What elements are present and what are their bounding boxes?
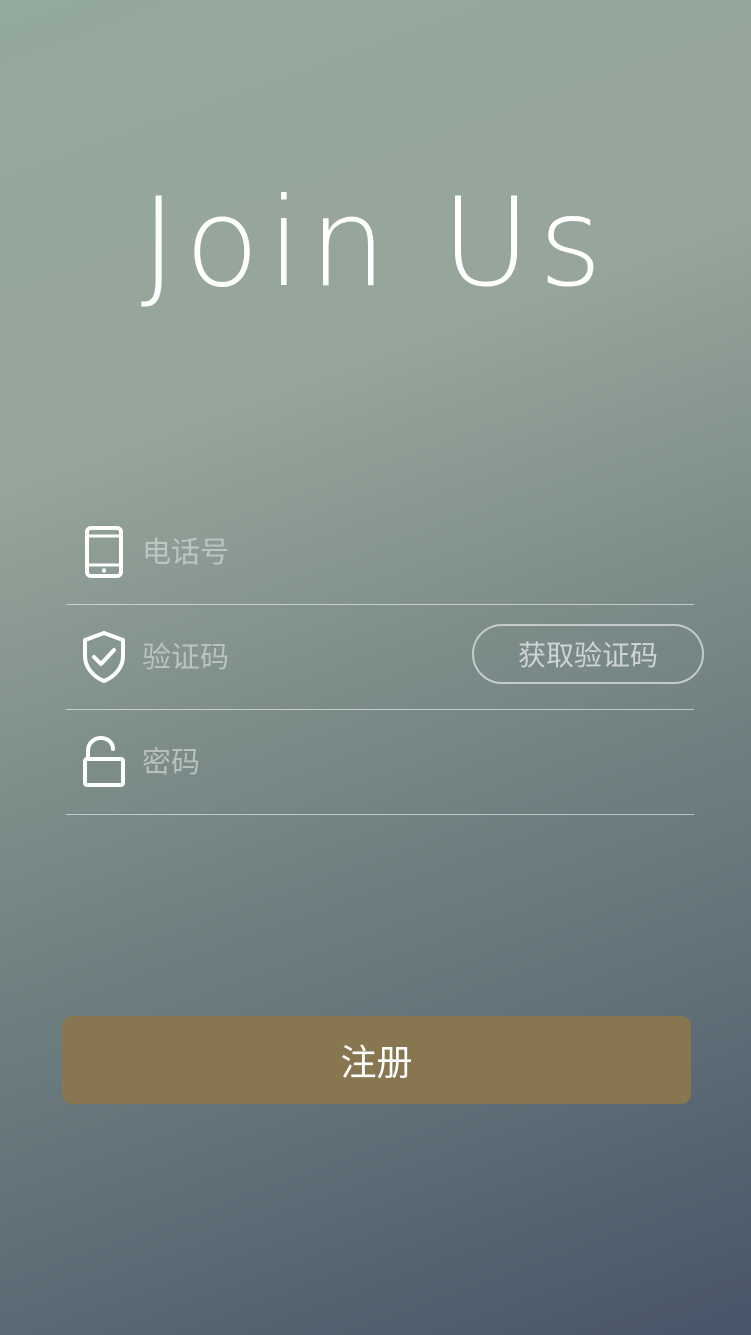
phone-row xyxy=(66,500,694,605)
password-input[interactable] xyxy=(142,745,694,779)
unlock-icon xyxy=(66,735,142,789)
page-title: Join Us xyxy=(140,172,611,314)
shield-check-icon xyxy=(66,630,142,684)
register-screen: Join Us 获取验证码 xyxy=(0,0,751,1335)
register-button[interactable]: 注册 xyxy=(62,1016,691,1104)
password-row xyxy=(66,710,694,815)
register-form: 获取验证码 xyxy=(66,500,704,815)
get-code-button[interactable]: 获取验证码 xyxy=(472,624,704,684)
code-row: 获取验证码 xyxy=(66,605,704,710)
phone-icon xyxy=(66,525,142,579)
phone-input[interactable] xyxy=(142,535,694,569)
